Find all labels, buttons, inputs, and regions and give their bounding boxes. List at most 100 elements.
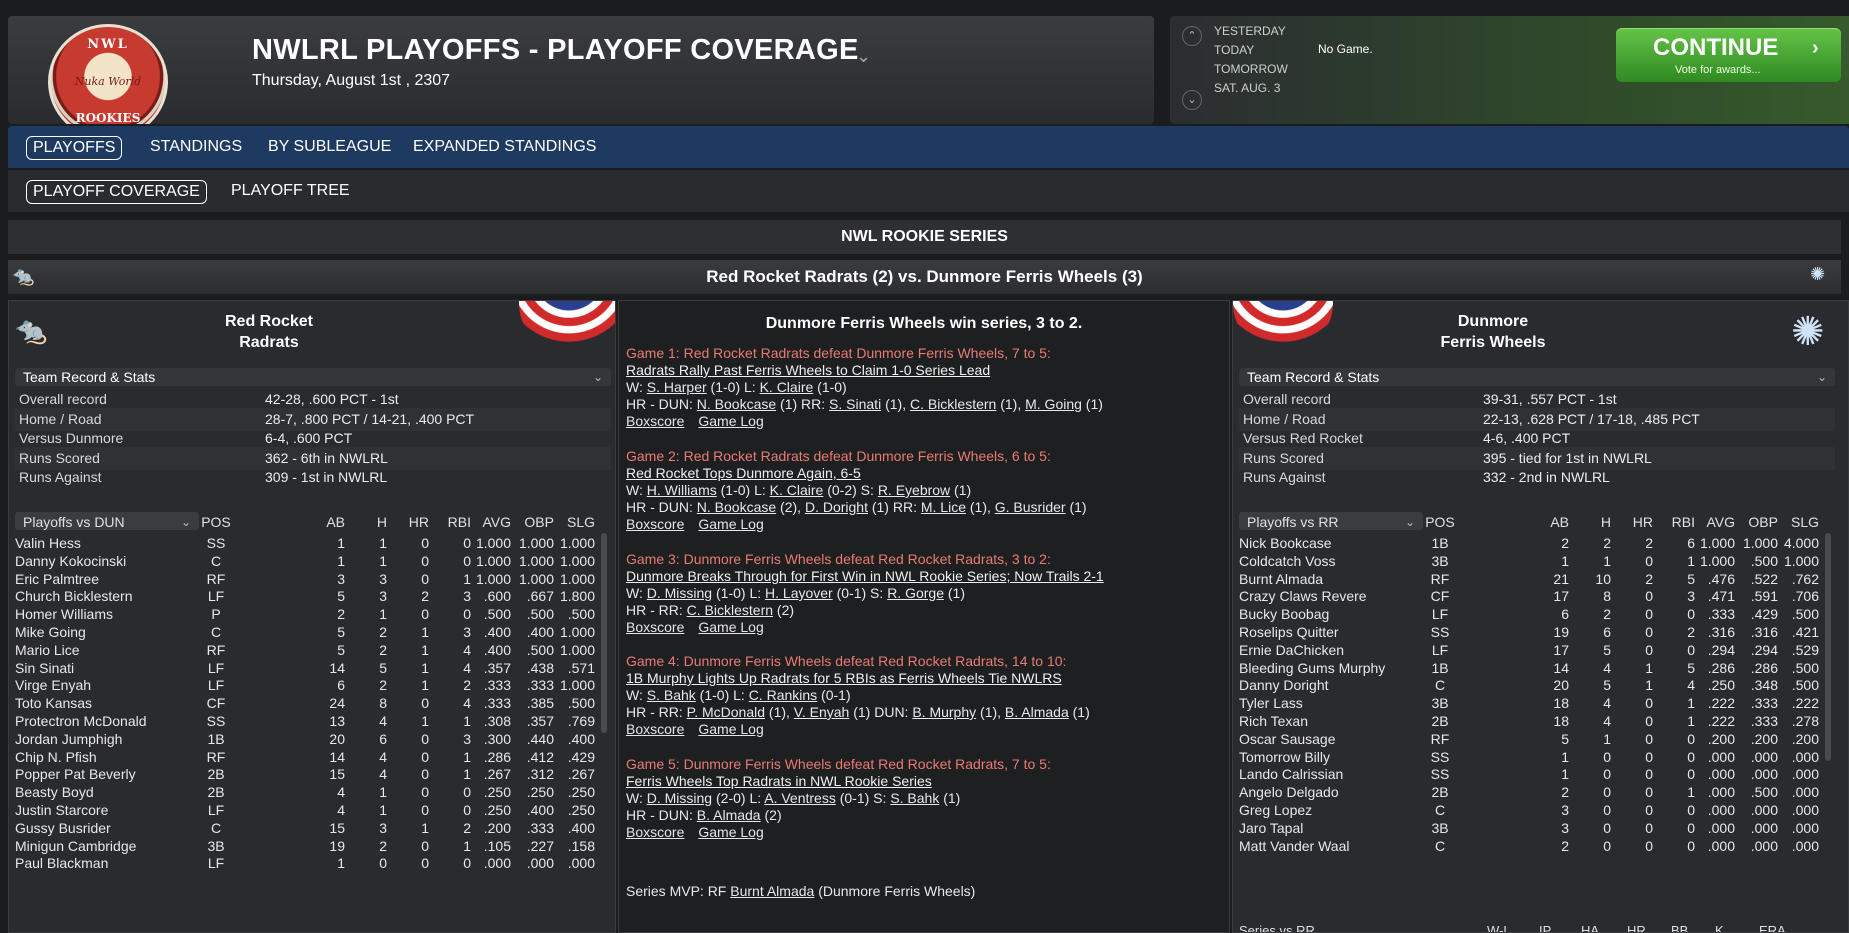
player-link[interactable]: D. Missing [647,790,712,806]
column-header-rbi[interactable]: RBI [431,512,471,532]
player-link[interactable]: S. Bahk [647,687,696,703]
column-header-h[interactable]: H [1571,512,1611,532]
player-link[interactable]: B. Murphy [912,704,976,720]
left-record-section[interactable]: Team Record & Stats ⌄ [15,368,611,386]
player-link[interactable]: R. Gorge [887,585,944,601]
player-link[interactable]: S. Sinati [829,396,881,412]
player-link[interactable]: M. Lice [921,499,966,515]
ferris-wheel-icon: ✺ [1810,264,1826,284]
column-header-hr[interactable]: HR [1613,512,1653,532]
column-header-obp[interactable]: OBP [1738,512,1778,532]
boxscore-link[interactable]: Boxscore [626,619,684,635]
boxscore-link[interactable]: Boxscore [626,721,684,737]
player-row[interactable]: Paul Blackman LF 1 0 0 0 .000 .000 .000 [15,853,599,874]
column-header-slg[interactable]: SLG [1779,512,1819,532]
game-links: Boxscore Game Log [626,824,1226,841]
game-headline-link[interactable]: Red Rocket Tops Dunmore Again, 6-5 [626,465,1226,482]
section-label: Team Record & Stats [23,369,156,385]
line-text: (1) RR: [867,499,921,515]
column-header-h[interactable]: H [347,512,387,532]
game-log-link[interactable]: Game Log [698,413,763,429]
home-runs-line: HR - RR: P. McDonald (1), V. Enyah (1) D… [626,704,1226,721]
player-link[interactable]: K. Claire [760,379,814,395]
stat-cell: 0 [421,855,429,872]
tab-by-subleague[interactable]: BY SUBLEAGUE [262,136,397,158]
player-link[interactable]: R. Eyebrow [878,482,950,498]
game-log-link[interactable]: Game Log [698,516,763,532]
right-record-section[interactable]: Team Record & Stats ⌄ [1239,368,1835,386]
player-link[interactable]: C. Bicklestern [687,602,773,618]
game-headline-link[interactable]: Ferris Wheels Top Radrats in NWL Rookie … [626,773,1226,790]
game-headline-link[interactable]: Radrats Rally Past Ferris Wheels to Clai… [626,362,1226,379]
tab-standings[interactable]: STANDINGS [144,136,248,158]
radrat-logo-icon: 🐀 [15,315,48,345]
column-header-avg[interactable]: AVG [471,512,511,532]
game-log-link[interactable]: Game Log [698,721,763,737]
column-header-hr[interactable]: HR [389,512,429,532]
column-header-pos[interactable]: POS [1425,512,1455,532]
left-scrollbar[interactable] [601,533,607,733]
player-link[interactable]: H. Williams [647,482,717,498]
pitching-column: HR [1627,923,1646,933]
boxscore-link[interactable]: Boxscore [626,413,684,429]
boxscore-link[interactable]: Boxscore [626,824,684,840]
tab-playoffs[interactable]: PLAYOFFS [26,136,123,160]
continue-button[interactable]: CONTINUE › Vote for awards... [1616,28,1841,82]
player-link[interactable]: C. Bicklestern [910,396,996,412]
game-links: Boxscore Game Log [626,619,1226,636]
game-headline-link[interactable]: 1B Murphy Lights Up Radrats for 5 RBIs a… [626,670,1226,687]
subtab-playoff-tree[interactable]: PLAYOFF TREE [225,180,356,202]
line-text: W: [626,687,647,703]
player-link[interactable]: D. Doright [805,499,868,515]
mvp-player-link[interactable]: Burnt Almada [730,883,814,899]
player-name[interactable]: Matt Vander Waal [1239,836,1350,857]
player-link[interactable]: C. Rankins [749,687,817,703]
column-header-avg[interactable]: AVG [1695,512,1735,532]
player-link[interactable]: N. Bookcase [697,499,776,515]
chevron-down-icon[interactable]: ⌄ [1182,90,1202,110]
stat-cell: .000 [1791,837,1819,854]
player-link[interactable]: V. Enyah [794,704,850,720]
player-link[interactable]: G. Busrider [995,499,1066,515]
date-tomorrow[interactable]: TOMORROW [1214,62,1288,76]
column-header-rbi[interactable]: RBI [1655,512,1695,532]
date-yesterday[interactable]: YESTERDAY [1214,24,1286,38]
player-link[interactable]: S. Harper [647,379,707,395]
player-link[interactable]: P. McDonald [687,704,765,720]
game-log-link[interactable]: Game Log [698,824,763,840]
game-log-link[interactable]: Game Log [698,619,763,635]
subtab-playoff-coverage[interactable]: PLAYOFF COVERAGE [26,180,207,204]
player-link[interactable]: M. Going [1025,396,1082,412]
right-table-select[interactable]: Playoffs vs RR ⌄ [1239,512,1423,530]
date-today[interactable]: TODAY [1214,43,1254,57]
date-next[interactable]: SAT. AUG. 3 [1214,81,1280,95]
radrat-icon: 🐀 [12,266,35,286]
player-row[interactable]: Matt Vander Waal C 2 0 0 0 .000 .000 .000 [1239,836,1823,857]
column-header-obp[interactable]: OBP [514,512,554,532]
right-scrollbar[interactable] [1825,533,1831,761]
chevron-up-icon[interactable]: ⌃ [1182,26,1202,46]
game-headline-link[interactable]: Dunmore Breaks Through for First Win in … [626,568,1226,585]
line-text: (1-0) L: [695,687,749,703]
column-header-pos[interactable]: POS [201,512,231,532]
left-table-select[interactable]: Playoffs vs DUN ⌄ [15,512,199,530]
player-name[interactable]: Paul Blackman [15,853,108,874]
player-link[interactable]: D. Missing [647,585,712,601]
line-text: (0-2) S: [823,482,878,498]
boxscore-link[interactable]: Boxscore [626,516,684,532]
player-link[interactable]: A. Ventress [764,790,836,806]
player-link[interactable]: B. Almada [1005,704,1069,720]
game-recap: Game 2: Red Rocket Radrats defeat Dunmor… [626,448,1226,533]
player-link[interactable]: S. Bahk [890,790,939,806]
chevron-down-icon[interactable]: ⌄ [856,46,871,67]
player-link[interactable]: H. Layover [765,585,833,601]
column-header-ab[interactable]: AB [1529,512,1569,532]
tab-expanded-standings[interactable]: EXPANDED STANDINGS [407,136,602,158]
column-header-ab[interactable]: AB [305,512,345,532]
column-header-slg[interactable]: SLG [555,512,595,532]
player-link[interactable]: K. Claire [770,482,824,498]
player-link[interactable]: N. Bookcase [697,396,776,412]
chevron-down-icon: ⌄ [1404,515,1415,529]
game-links: Boxscore Game Log [626,721,1226,738]
player-link[interactable]: B. Almada [697,807,761,823]
